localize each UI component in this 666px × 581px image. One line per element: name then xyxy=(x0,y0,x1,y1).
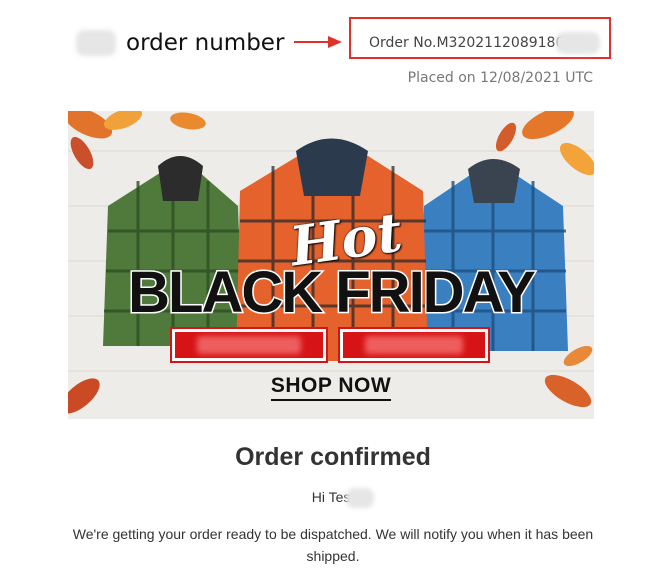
banner-headline: BLACK FRIDAY xyxy=(127,259,538,327)
dispatch-message: We're getting your order ready to be dis… xyxy=(72,526,594,564)
order-number: Order No.M3202112089180 xyxy=(369,35,565,51)
redacted-order-digits xyxy=(556,32,600,54)
placed-date: Placed on 12/08/2021 UTC xyxy=(407,70,593,86)
arrow-icon xyxy=(294,36,342,48)
order-confirmed-title: Order confirmed xyxy=(235,443,431,471)
greeting-text: Hi Test xyxy=(0,489,666,505)
redacted-price-tag-left xyxy=(170,327,328,363)
promo-banner[interactable]: Hot BLACK FRIDAY SHOP NOW xyxy=(68,111,594,419)
shop-now-link[interactable]: SHOP NOW xyxy=(68,374,594,401)
redacted-customer-name xyxy=(346,488,374,508)
annotation-label: order number xyxy=(126,30,285,56)
shop-now-label[interactable]: SHOP NOW xyxy=(270,374,392,401)
redacted-price-tag-right xyxy=(338,327,490,363)
redacted-avatar xyxy=(76,30,116,56)
